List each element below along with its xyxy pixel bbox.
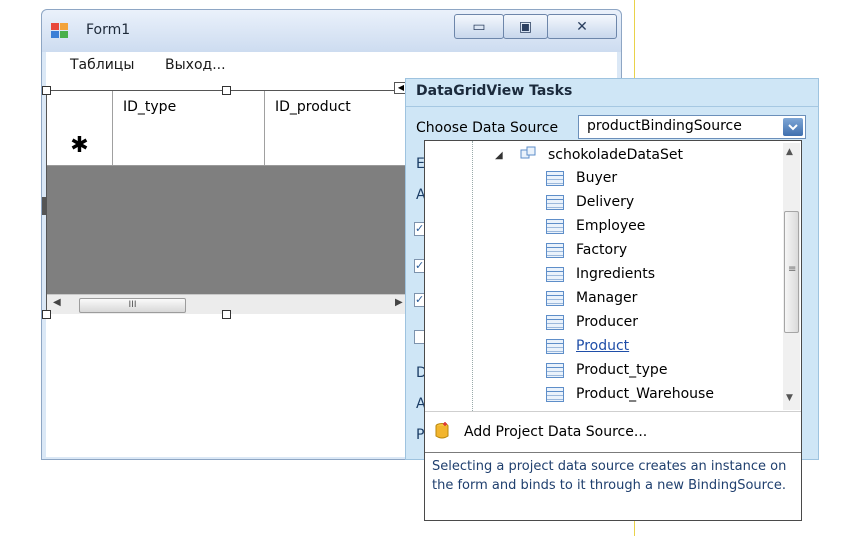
window-title: Form1	[86, 22, 131, 38]
add-data-source-icon	[435, 422, 449, 439]
data-source-combobox[interactable]: productBindingSource	[578, 115, 806, 139]
scroll-left-icon[interactable]: ◀	[53, 297, 61, 308]
grid-header-row: ID_type ID_product	[47, 91, 405, 128]
minimize-button[interactable]: ▭	[454, 14, 504, 39]
new-row-marker[interactable]: ✱	[47, 127, 113, 165]
new-row[interactable]: ✱	[47, 127, 405, 166]
tasks-panel-title: DataGridView Tasks	[416, 83, 573, 99]
tree-guide-line	[472, 141, 473, 411]
table-icon	[546, 315, 564, 330]
table-icon	[546, 219, 564, 234]
choose-data-source-label: Choose Data Source	[416, 120, 559, 136]
tree-item-label: Employee	[576, 218, 646, 234]
new-row-cell-id-type[interactable]	[113, 127, 265, 165]
expand-arrow-icon[interactable]: ◢	[495, 150, 503, 161]
vertical-scrollbar[interactable]: ▲ ≡ ▼	[783, 143, 800, 410]
scroll-thumb[interactable]: III	[79, 298, 186, 313]
help-description: Selecting a project data source creates …	[432, 459, 787, 493]
table-icon	[546, 363, 564, 378]
data-grid-view[interactable]: ID_type ID_product ✱ ◀ III ▶	[46, 90, 406, 314]
table-icon	[546, 243, 564, 258]
row-header-corner[interactable]	[47, 91, 113, 127]
tree-item-label: Producer	[576, 314, 639, 330]
divider	[406, 106, 818, 107]
tree-item-label: Product	[576, 338, 630, 354]
resize-handle[interactable]	[42, 86, 51, 95]
table-icon	[546, 267, 564, 282]
add-project-data-source-label: Add Project Data Source...	[464, 424, 648, 440]
scroll-right-icon[interactable]: ▶	[395, 297, 403, 308]
dataset-icon	[520, 146, 536, 159]
resize-handle[interactable]	[42, 310, 51, 319]
tree-item-label: Factory	[576, 242, 628, 258]
grip-icon: ≡	[788, 264, 797, 275]
tree-item-label: Manager	[576, 290, 638, 306]
tree-item-label: Delivery	[576, 194, 635, 210]
divider	[425, 452, 801, 453]
title-bar[interactable]: Form1 ▭ ▣ ✕	[42, 10, 621, 52]
table-icon	[546, 291, 564, 306]
app-icon	[51, 23, 68, 38]
scroll-down-icon[interactable]: ▼	[786, 393, 793, 403]
table-icon	[546, 387, 564, 402]
data-source-value: productBindingSource	[587, 118, 742, 134]
resize-handle[interactable]	[222, 86, 231, 95]
maximize-button[interactable]: ▣	[503, 14, 548, 39]
tree-item-label: Ingredients	[576, 266, 655, 282]
scroll-up-icon[interactable]: ▲	[786, 147, 793, 157]
minimize-icon: ▭	[472, 18, 486, 35]
menu-item-tables[interactable]: Таблицы	[70, 57, 134, 73]
close-icon: ✕	[576, 18, 588, 35]
tree-item-label: Buyer	[576, 170, 618, 186]
tree-item-label: Product_Warehouse	[576, 386, 714, 402]
close-button[interactable]: ✕	[547, 14, 617, 39]
table-icon	[546, 171, 564, 186]
resize-handle[interactable]	[42, 197, 46, 215]
table-icon	[546, 339, 564, 354]
maximize-icon: ▣	[518, 18, 533, 35]
data-source-dropdown: ◢ schokoladeDataSet Buyer Delivery Emplo…	[424, 140, 802, 521]
dataset-node-label[interactable]: schokoladeDataSet	[548, 147, 683, 163]
table-icon	[546, 195, 564, 210]
column-header-id-product[interactable]: ID_product	[265, 91, 405, 127]
column-header-id-type[interactable]: ID_type	[113, 91, 265, 127]
scroll-thumb[interactable]: ≡	[784, 211, 799, 333]
dropdown-arrow-icon[interactable]	[783, 118, 803, 136]
add-project-data-source-link[interactable]: Add Project Data Source...	[425, 412, 801, 452]
resize-handle[interactable]	[222, 310, 231, 319]
menu-item-exit[interactable]: Выход...	[165, 57, 226, 73]
tree-item-label: Product_type	[576, 362, 668, 378]
